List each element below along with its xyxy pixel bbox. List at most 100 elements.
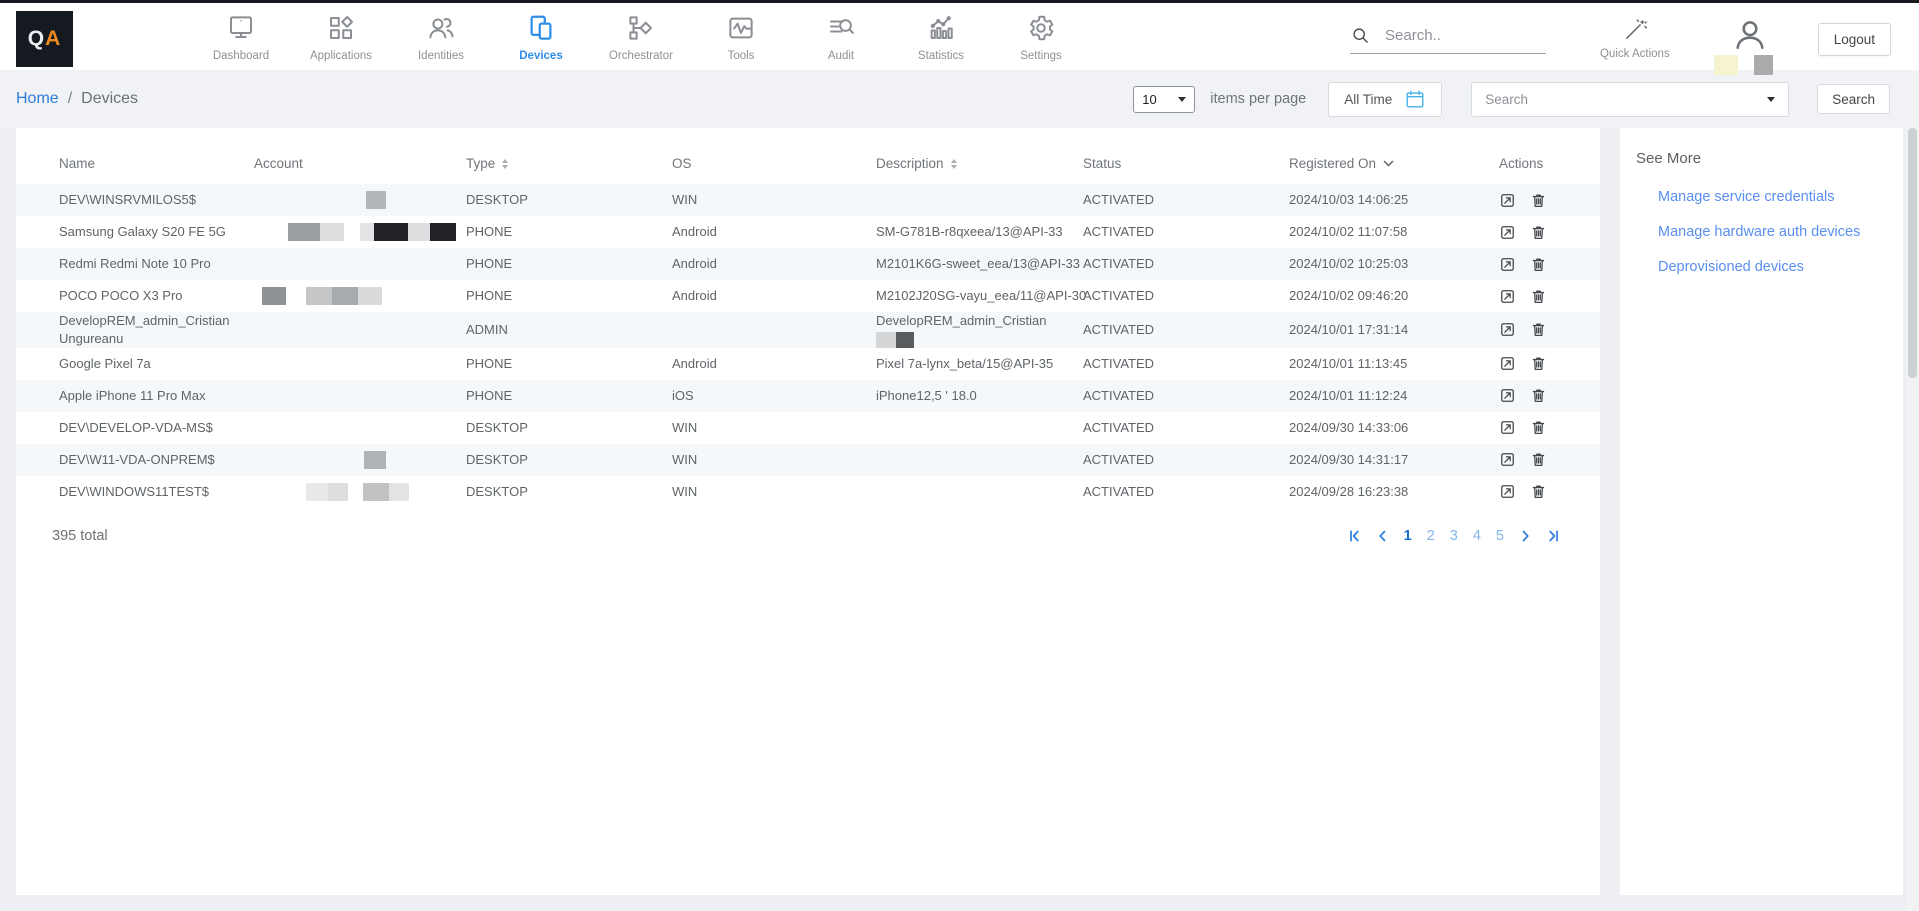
device-name: Google Pixel 7a (59, 355, 254, 373)
items-per-page-select[interactable]: 10 (1133, 86, 1195, 113)
trash-icon (1530, 224, 1548, 241)
global-search-input[interactable] (1383, 26, 1533, 45)
search-submit-button[interactable]: Search (1817, 84, 1890, 114)
column-header-account: Account (254, 156, 466, 184)
open-device-icon (1499, 192, 1517, 209)
device-name: DEV\W11-VDA-ONPREM$ (59, 451, 254, 469)
quick-actions-button[interactable]: Quick Actions (1600, 17, 1670, 60)
delete-device-button[interactable] (1530, 287, 1548, 305)
settings-gear-icon (1026, 13, 1056, 43)
open-device-button[interactable] (1499, 387, 1517, 405)
open-device-button[interactable] (1499, 355, 1517, 373)
first-page-button[interactable] (1348, 530, 1361, 542)
chevron-down-icon (1767, 97, 1775, 102)
device-os: Android (672, 223, 876, 241)
last-page-button[interactable] (1547, 530, 1560, 542)
nav-item-devices[interactable]: Devices (491, 13, 591, 62)
device-actions (1499, 387, 1584, 405)
device-os: WIN (672, 191, 876, 209)
nav-item-audit[interactable]: Audit (791, 13, 891, 62)
device-registered-on: 2024/09/30 14:33:06 (1289, 419, 1499, 437)
open-device-button[interactable] (1499, 419, 1517, 437)
delete-device-button[interactable] (1530, 355, 1548, 373)
table-row: DEV\WINDOWS11TEST$DESKTOPWINACTIVATED202… (16, 476, 1600, 508)
column-header-actions: Actions (1499, 156, 1584, 184)
device-status: ACTIVATED (1083, 255, 1289, 273)
calendar-icon (1404, 88, 1426, 110)
breadcrumb-current: Devices (81, 90, 138, 108)
nav-item-tools[interactable]: Tools (691, 13, 791, 62)
device-actions (1499, 419, 1584, 437)
redacted-block (876, 332, 896, 348)
deprovisioned-devices-link[interactable]: Deprovisioned devices (1658, 259, 1887, 275)
device-account (254, 380, 466, 412)
column-header-registered-on[interactable]: Registered On (1289, 156, 1499, 184)
page-scrollbar[interactable] (1906, 73, 1919, 911)
search-filter-dropdown[interactable]: Search (1471, 82, 1789, 117)
time-filter-button[interactable]: All Time (1328, 82, 1442, 117)
open-device-button[interactable] (1499, 451, 1517, 469)
manage-service-credentials-link[interactable]: Manage service credentials (1658, 189, 1887, 205)
nav-item-identities[interactable]: Identities (391, 13, 491, 62)
open-device-icon (1499, 224, 1517, 241)
logout-button[interactable]: Logout (1818, 23, 1891, 56)
redacted-block (408, 223, 430, 241)
manage-hardware-auth-devices-link[interactable]: Manage hardware auth devices (1658, 224, 1887, 240)
open-device-button[interactable] (1499, 223, 1517, 241)
user-avatar[interactable] (1728, 17, 1772, 53)
nav-item-dashboard[interactable]: Dashboard (191, 13, 291, 62)
table-row: Samsung Galaxy S20 FE 5GPHONEAndroidSM-G… (16, 216, 1600, 248)
device-status: ACTIVATED (1083, 355, 1289, 373)
next-page-button[interactable] (1519, 530, 1532, 542)
redacted-block (896, 332, 914, 348)
open-device-button[interactable] (1499, 255, 1517, 273)
page-number[interactable]: 2 (1427, 528, 1435, 544)
breadcrumb-home-link[interactable]: Home (16, 90, 59, 108)
device-type: PHONE (466, 355, 672, 373)
delete-device-button[interactable] (1530, 483, 1548, 501)
device-actions (1499, 191, 1584, 209)
trash-icon (1530, 288, 1548, 305)
column-header-type[interactable]: Type (466, 156, 672, 184)
open-device-button[interactable] (1499, 287, 1517, 305)
open-device-button[interactable] (1499, 483, 1517, 501)
nav-item-applications[interactable]: Applications (291, 13, 391, 62)
device-actions (1499, 451, 1584, 469)
app-logo-text-q: Q (28, 27, 45, 51)
open-device-button[interactable] (1499, 321, 1517, 339)
delete-device-button[interactable] (1530, 321, 1548, 339)
devices-icon (526, 13, 556, 43)
page-number[interactable]: 4 (1473, 528, 1481, 544)
device-actions (1499, 223, 1584, 241)
scrollbar-thumb[interactable] (1908, 128, 1917, 378)
search-filter-placeholder: Search (1485, 92, 1528, 107)
device-status: ACTIVATED (1083, 483, 1289, 501)
items-per-page-label: items per page (1210, 91, 1306, 107)
device-description: M2102J20SG-vayu_eea/11@API-30 (876, 287, 1083, 305)
device-os: iOS (672, 387, 876, 405)
previous-page-button[interactable] (1376, 530, 1389, 542)
device-account (254, 248, 466, 280)
global-search (1350, 25, 1546, 54)
nav-item-orchestrator[interactable]: Orchestrator (591, 13, 691, 62)
delete-device-button[interactable] (1530, 223, 1548, 241)
delete-device-button[interactable] (1530, 451, 1548, 469)
device-os: WIN (672, 419, 876, 437)
device-os: Android (672, 255, 876, 273)
table-row: POCO POCO X3 ProPHONEAndroidM2102J20SG-v… (16, 280, 1600, 312)
delete-device-button[interactable] (1530, 191, 1548, 209)
trash-icon (1530, 192, 1548, 209)
page-number[interactable]: 3 (1450, 528, 1458, 544)
delete-device-button[interactable] (1530, 255, 1548, 273)
page-number[interactable]: 5 (1496, 528, 1504, 544)
nav-item-statistics[interactable]: Statistics (891, 13, 991, 62)
nav-item-settings[interactable]: Settings (991, 13, 1091, 62)
column-header-status: Status (1083, 156, 1289, 184)
page-number[interactable]: 1 (1404, 528, 1412, 544)
column-header-description[interactable]: Description (876, 156, 1083, 184)
delete-device-button[interactable] (1530, 419, 1548, 437)
quick-actions-label: Quick Actions (1600, 48, 1670, 60)
delete-device-button[interactable] (1530, 387, 1548, 405)
open-device-button[interactable] (1499, 191, 1517, 209)
open-device-icon (1499, 387, 1517, 404)
